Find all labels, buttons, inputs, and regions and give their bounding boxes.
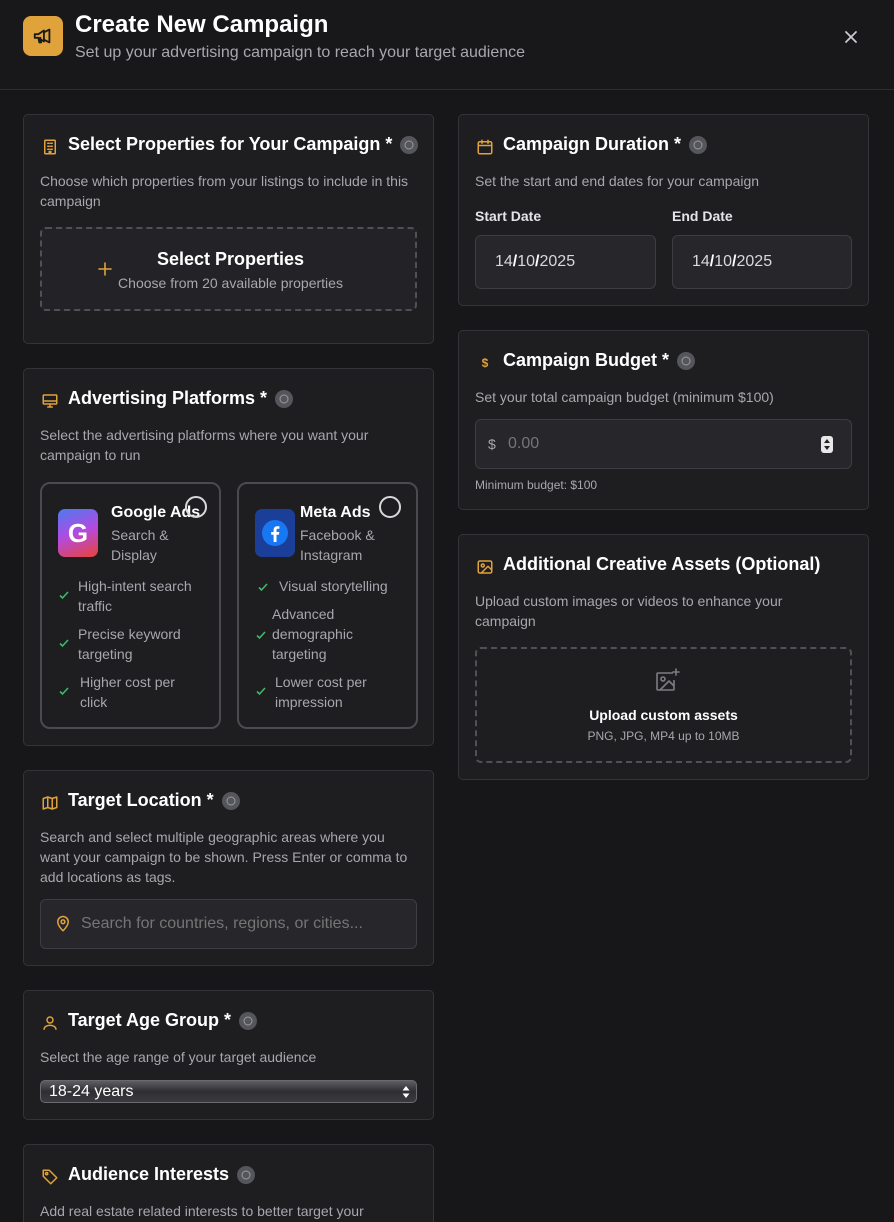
start-day[interactable]: 14: [495, 253, 513, 270]
help-icon[interactable]: [689, 135, 708, 154]
upload-title: Upload custom assets: [589, 707, 738, 723]
upload-hint: PNG, JPG, MP4 up to 10MB: [587, 729, 740, 743]
properties-description: Choose which properties from your listin…: [40, 173, 409, 209]
end-date-input[interactable]: 14/10/2025: [672, 235, 852, 289]
platform-feature: Lower cost per impression: [275, 674, 367, 710]
duration-description: Set the start and end dates for your cam…: [475, 173, 760, 189]
facebook-logo-icon: [255, 509, 295, 557]
help-icon[interactable]: [239, 1011, 258, 1030]
budget-card: $ Campaign Budget * Set your total campa…: [458, 330, 869, 510]
map-pin-icon: [54, 915, 72, 933]
select-properties-subtitle: Choose from 20 available properties: [118, 275, 343, 291]
duration-title: Campaign Duration *: [503, 134, 682, 154]
properties-title: Select Properties for Your Campaign *: [68, 134, 393, 154]
help-icon[interactable]: [400, 135, 419, 154]
check-icon: [58, 588, 70, 600]
platform-name: Meta Ads: [300, 504, 371, 521]
check-icon: [257, 580, 269, 592]
help-icon[interactable]: [275, 389, 294, 408]
close-icon[interactable]: [840, 26, 862, 48]
dialog-title: Create New Campaign: [75, 11, 329, 38]
google-logo-icon: G: [58, 509, 98, 557]
location-search-input[interactable]: [81, 900, 401, 948]
platforms-card: Advertising Platforms * Select the adver…: [23, 368, 434, 746]
google-ads-radio[interactable]: [185, 496, 207, 518]
interests-card: Audience Interests Add real estate relat…: [23, 1144, 434, 1222]
check-icon: [58, 684, 70, 696]
platform-feature: Higher cost per click: [80, 674, 175, 710]
age-title: Target Age Group *: [68, 1010, 232, 1030]
platform-google-ads[interactable]: G Google Ads Search & Display High-inten…: [40, 482, 221, 729]
start-date-label: Start Date: [475, 208, 542, 224]
start-year[interactable]: 2025: [540, 253, 576, 270]
assets-card: Additional Creative Assets (Optional) Up…: [458, 534, 869, 780]
map-icon: [40, 793, 60, 813]
platform-feature: Visual storytelling: [279, 578, 388, 594]
budget-input[interactable]: [508, 420, 808, 468]
end-year[interactable]: 2025: [737, 253, 773, 270]
location-description: Search and select multiple geographic ar…: [40, 829, 408, 885]
platform-feature: Advanced demographic targeting: [272, 606, 353, 662]
assets-description: Upload custom images or videos to enhanc…: [475, 593, 783, 629]
end-date-label: End Date: [672, 208, 733, 224]
location-search-field[interactable]: [40, 899, 417, 949]
check-icon: [255, 628, 267, 640]
end-day[interactable]: 14: [692, 253, 710, 270]
location-title: Target Location *: [68, 790, 214, 810]
dollar-icon: $: [481, 356, 489, 370]
help-icon[interactable]: [237, 1165, 256, 1184]
select-arrows-icon: [401, 1084, 411, 1100]
platform-feature: High-intent search traffic: [78, 578, 192, 614]
age-description: Select the age range of your target audi…: [40, 1049, 317, 1065]
interests-title: Audience Interests: [68, 1164, 230, 1184]
stepper-icon[interactable]: [821, 436, 833, 453]
meta-ads-radio[interactable]: [379, 496, 401, 518]
help-icon[interactable]: [221, 791, 240, 810]
assets-title: Additional Creative Assets (Optional): [503, 554, 821, 574]
budget-hint: Minimum budget: $100: [475, 478, 598, 492]
calendar-icon: [475, 137, 495, 157]
age-card: Target Age Group * Select the age range …: [23, 990, 434, 1120]
platform-subtitle: Facebook & Instagram: [300, 527, 375, 563]
age-select[interactable]: 18-24 years: [40, 1080, 417, 1103]
end-month[interactable]: 10: [714, 253, 732, 270]
tag-icon: [40, 1167, 60, 1187]
user-icon: [40, 1013, 60, 1033]
image-icon: [475, 557, 495, 577]
platforms-title: Advertising Platforms *: [68, 388, 268, 408]
age-select-value: 18-24 years: [49, 1083, 134, 1100]
platform-feature: Precise keyword targeting: [78, 626, 181, 662]
select-properties-label: Select Properties: [156, 249, 305, 269]
budget-field[interactable]: $: [475, 419, 852, 469]
start-date-input[interactable]: 14/10/2025: [475, 235, 656, 289]
check-icon: [58, 636, 70, 648]
location-card: Target Location * Search and select mult…: [23, 770, 434, 966]
dialog-subtitle: Set up your advertising campaign to reac…: [75, 44, 526, 61]
help-icon[interactable]: [677, 351, 696, 370]
start-month[interactable]: 10: [517, 253, 535, 270]
currency-symbol: $: [488, 436, 496, 452]
dialog-header: Create New Campaign Set up your advertis…: [0, 0, 894, 90]
interests-description: Add real estate related interests to bet…: [40, 1203, 364, 1219]
building-icon: [40, 137, 60, 157]
upload-assets-dropzone[interactable]: Upload custom assets PNG, JPG, MP4 up to…: [475, 647, 852, 763]
check-icon: [255, 684, 267, 696]
platforms-description: Select the advertising platforms where y…: [40, 427, 369, 463]
budget-description: Set your total campaign budget (minimum …: [475, 389, 774, 405]
budget-title: Campaign Budget *: [503, 350, 670, 370]
image-plus-icon: [653, 667, 681, 695]
megaphone-icon: [23, 16, 63, 56]
platform-meta-ads[interactable]: Meta Ads Facebook & Instagram Visual sto…: [237, 482, 418, 729]
monitor-icon: [40, 391, 60, 411]
properties-card: Select Properties for Your Campaign * Ch…: [23, 114, 434, 344]
duration-card: Campaign Duration * Set the start and en…: [458, 114, 869, 306]
select-properties-button[interactable]: Select Properties Choose from 20 availab…: [40, 227, 417, 311]
platform-subtitle: Search & Display: [111, 527, 169, 563]
